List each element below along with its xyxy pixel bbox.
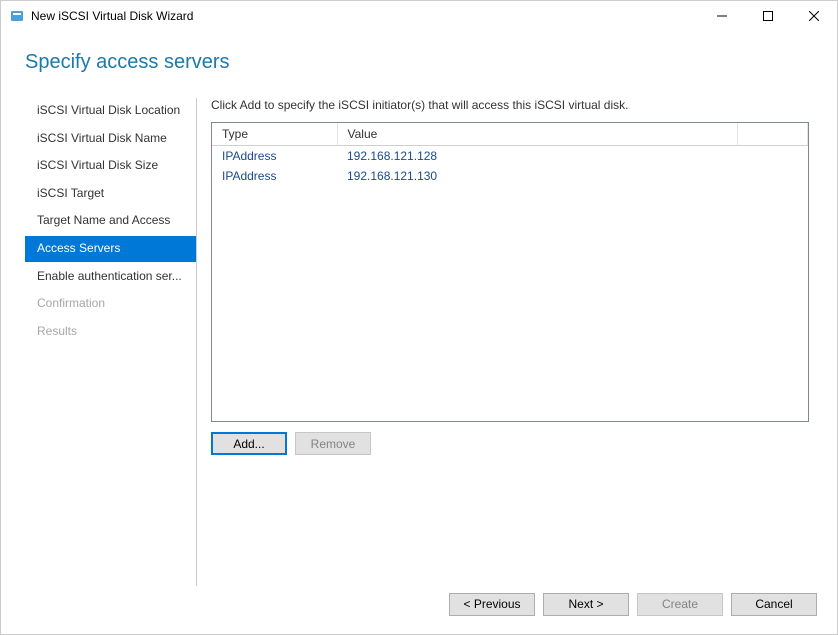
wizard-nav: iSCSI Virtual Disk LocationiSCSI Virtual… xyxy=(25,98,197,586)
initiators-table-container: Type Value IPAddress192.168.121.128IPAdd… xyxy=(211,122,809,422)
instruction-text: Click Add to specify the iSCSI initiator… xyxy=(211,98,809,112)
nav-item-4[interactable]: Target Name and Access xyxy=(25,208,196,234)
nav-item-1[interactable]: iSCSI Virtual Disk Name xyxy=(25,126,196,152)
initiators-table[interactable]: Type Value IPAddress192.168.121.128IPAdd… xyxy=(212,123,808,186)
page-heading: Specify access servers xyxy=(25,51,813,74)
table-row[interactable]: IPAddress192.168.121.130 xyxy=(212,166,808,186)
cell-type: IPAddress xyxy=(212,166,337,186)
nav-item-3[interactable]: iSCSI Target xyxy=(25,181,196,207)
window-controls xyxy=(699,1,837,31)
table-actions: Add... Remove xyxy=(211,432,809,455)
nav-item-0[interactable]: iSCSI Virtual Disk Location xyxy=(25,98,196,124)
app-icon xyxy=(9,8,25,24)
main-area: iSCSI Virtual Disk LocationiSCSI Virtual… xyxy=(25,98,813,586)
wizard-footer: < Previous Next > Create Cancel xyxy=(1,586,837,634)
add-button[interactable]: Add... xyxy=(211,432,287,455)
col-header-spacer xyxy=(738,123,808,146)
cancel-button[interactable]: Cancel xyxy=(731,593,817,616)
titlebar: New iSCSI Virtual Disk Wizard xyxy=(1,1,837,31)
wizard-window: New iSCSI Virtual Disk Wizard Specify ac… xyxy=(0,0,838,635)
close-button[interactable] xyxy=(791,1,837,31)
col-header-type[interactable]: Type xyxy=(212,123,337,146)
content-area: Specify access servers iSCSI Virtual Dis… xyxy=(1,31,837,586)
remove-button: Remove xyxy=(295,432,371,455)
previous-button[interactable]: < Previous xyxy=(449,593,535,616)
nav-item-2[interactable]: iSCSI Virtual Disk Size xyxy=(25,153,196,179)
nav-item-5[interactable]: Access Servers xyxy=(25,236,196,262)
maximize-button[interactable] xyxy=(745,1,791,31)
col-header-value[interactable]: Value xyxy=(337,123,738,146)
cell-type: IPAddress xyxy=(212,146,337,167)
minimize-button[interactable] xyxy=(699,1,745,31)
next-button[interactable]: Next > xyxy=(543,593,629,616)
table-row[interactable]: IPAddress192.168.121.128 xyxy=(212,146,808,167)
cell-value: 192.168.121.130 xyxy=(337,166,738,186)
right-pane: Click Add to specify the iSCSI initiator… xyxy=(211,98,813,586)
nav-item-6[interactable]: Enable authentication ser... xyxy=(25,264,196,290)
window-title: New iSCSI Virtual Disk Wizard xyxy=(31,9,699,23)
create-button: Create xyxy=(637,593,723,616)
cell-value: 192.168.121.128 xyxy=(337,146,738,167)
nav-item-8: Results xyxy=(25,319,196,345)
nav-item-7: Confirmation xyxy=(25,291,196,317)
